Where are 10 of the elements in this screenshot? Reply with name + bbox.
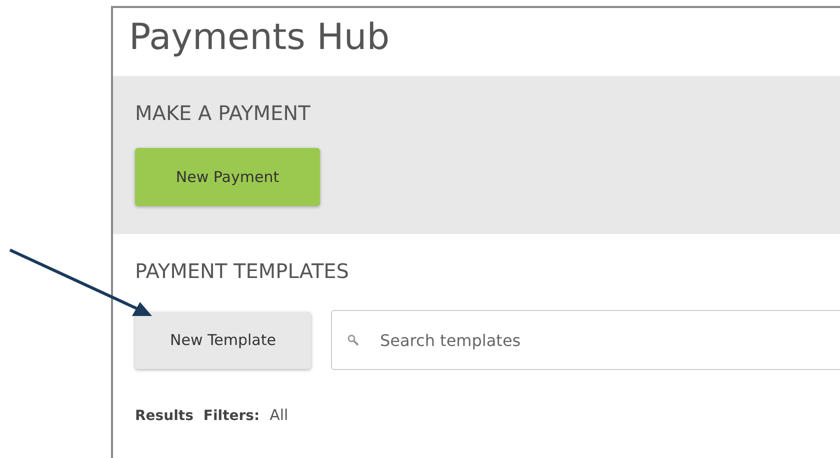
search-icon — [347, 334, 359, 346]
filters-label: Filters: — [203, 407, 260, 426]
section-heading: MAKE A PAYMENT — [135, 101, 310, 125]
new-template-button[interactable]: New Template — [135, 312, 311, 368]
filter-value[interactable]: All — [270, 404, 288, 426]
results-label: Results — [135, 407, 194, 426]
new-payment-button[interactable]: New Payment — [135, 148, 320, 206]
page-title: Payments Hub — [129, 17, 390, 58]
section-heading: PAYMENT TEMPLATES — [135, 259, 350, 283]
search-field[interactable]: Search templates — [331, 310, 840, 370]
